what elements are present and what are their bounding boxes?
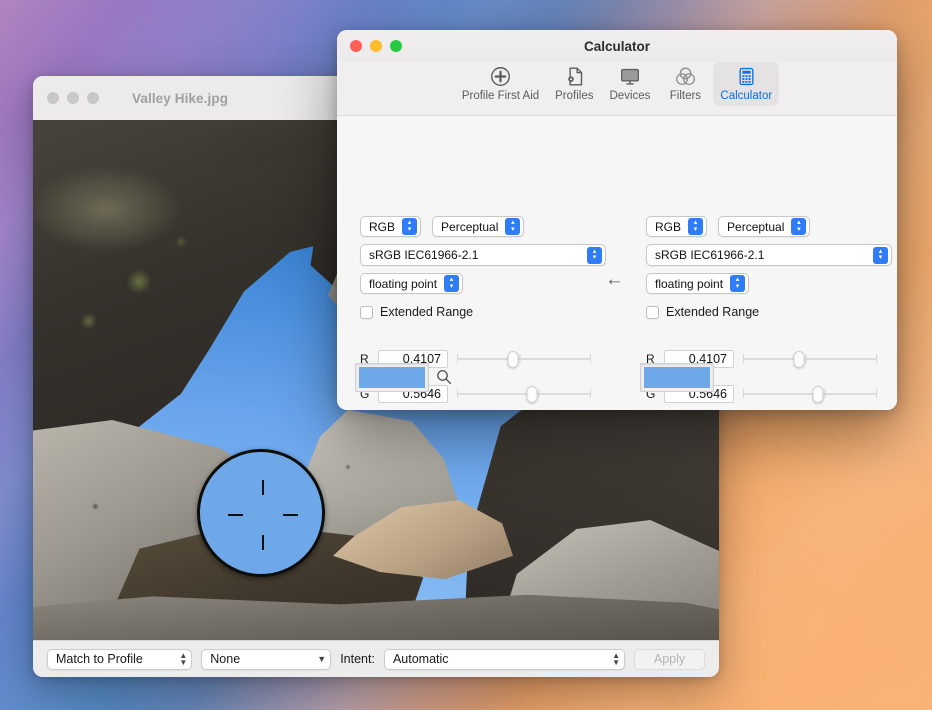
chevron-updown-icon: ▴ ▾ <box>873 246 888 264</box>
channel-slider-g[interactable] <box>457 385 591 403</box>
chevron-updown-icon: ▴ ▾ <box>730 275 746 292</box>
crosshair-icon <box>200 452 322 574</box>
image-traffic-lights[interactable] <box>47 92 99 104</box>
toolbar-item-profiles[interactable]: Profiles <box>548 62 600 106</box>
extended-range-row[interactable]: Extended Range <box>646 305 892 319</box>
source-color-swatch[interactable] <box>355 363 429 392</box>
match-mode-select[interactable]: Match to Profile ▲ ▼ <box>47 648 193 670</box>
extended-range-row[interactable]: Extended Range <box>360 305 606 319</box>
channel-slider-r[interactable] <box>457 350 591 368</box>
extended-range-checkbox[interactable] <box>646 305 659 319</box>
profile-value: None <box>210 652 241 666</box>
document-gear-icon <box>564 65 585 88</box>
calculator-window-title: Calculator <box>583 38 651 54</box>
profile-select[interactable]: sRGB IEC61966-2.1 ▴ ▾ <box>646 244 892 266</box>
minimize-button[interactable] <box>67 92 79 104</box>
apply-button[interactable]: Apply <box>634 648 706 670</box>
image-window-bottom-bar[interactable]: Match to Profile ▲ ▼ None ▼ Intent: Autom… <box>33 640 719 677</box>
chevron-updown-icon: ▴ ▾ <box>505 218 521 235</box>
intent-select[interactable]: Automatic ▲ ▼ <box>383 648 626 670</box>
calculator-traffic-lights[interactable] <box>350 40 402 52</box>
calculator-toolbar[interactable]: Profile First Aid Profiles Devices Filte… <box>337 62 897 116</box>
toolbar-item-devices[interactable]: Devices <box>603 62 658 106</box>
destination-color-swatch[interactable] <box>640 363 714 392</box>
close-button[interactable] <box>47 92 59 104</box>
rendering-intent-select[interactable]: Perceptual ▴ ▾ <box>432 216 525 237</box>
chevron-updown-icon: ▴ ▾ <box>444 275 460 292</box>
datatype-select[interactable]: floating point ▴ ▾ <box>646 273 750 294</box>
datatype-value: floating point <box>369 276 438 291</box>
toolbar-item-calculator[interactable]: Calculator <box>713 62 780 106</box>
channel-slider-r[interactable] <box>743 350 877 368</box>
chevron-updown-icon: ▴ ▾ <box>402 218 418 235</box>
datatype-value: floating point <box>655 276 724 291</box>
intent-label: Intent: <box>340 652 375 666</box>
chevron-down-icon: ▼ <box>317 653 327 664</box>
chevron-updown-icon: ▲ ▼ <box>179 651 188 667</box>
colorspace-row: RGB ▴ ▾ Perceptual ▴ ▾ <box>646 216 892 237</box>
magnifier-icon[interactable] <box>435 368 453 386</box>
toolbar-label: Filters <box>669 90 702 102</box>
plus-circle-icon <box>490 65 511 88</box>
swatch-fill <box>359 367 425 388</box>
toolbar-label: Calculator <box>720 90 773 102</box>
colorspace-row: RGB ▴ ▾ Perceptual ▴ ▾ <box>360 216 606 237</box>
chevron-updown-icon: ▴ ▾ <box>587 246 602 264</box>
colorspace-value: RGB <box>369 219 396 234</box>
transfer-left-arrow-icon[interactable]: ← <box>605 270 624 289</box>
extended-range-checkbox[interactable] <box>360 305 373 319</box>
colorspace-select[interactable]: RGB ▴ ▾ <box>360 216 422 237</box>
extended-range-label: Extended Range <box>380 305 474 319</box>
rendering-intent-value: Perceptual <box>727 219 785 234</box>
rendering-intent-value: Perceptual <box>441 219 499 234</box>
profile-value: sRGB IEC61966-2.1 <box>369 248 479 262</box>
colorspace-value: RGB <box>655 219 682 234</box>
overlapping-circles-icon <box>675 65 696 88</box>
toolbar-label: Profiles <box>555 90 594 102</box>
close-button[interactable] <box>350 40 362 52</box>
datatype-select[interactable]: floating point ▴ ▾ <box>360 273 464 294</box>
channel-slider-g[interactable] <box>743 385 877 403</box>
monitor-icon <box>619 65 641 88</box>
toolbar-item-profile-first-aid[interactable]: Profile First Aid <box>455 62 546 106</box>
zoom-button[interactable] <box>87 92 99 104</box>
profile-select[interactable]: None ▼ <box>201 648 332 670</box>
chevron-updown-icon: ▴ ▾ <box>791 218 807 235</box>
datatype-row: floating point ▴ ▾ <box>646 273 892 294</box>
match-mode-value: Match to Profile <box>56 652 143 666</box>
color-picker-loupe[interactable] <box>197 449 325 577</box>
intent-value: Automatic <box>392 652 449 666</box>
profile-select[interactable]: sRGB IEC61966-2.1 ▴ ▾ <box>360 244 606 266</box>
swatch-fill <box>644 367 710 388</box>
datatype-row: floating point ▴ ▾ <box>360 273 606 294</box>
toolbar-item-filters[interactable]: Filters <box>659 62 711 106</box>
image-window-title: Valley Hike.jpg <box>132 90 229 106</box>
colorspace-select[interactable]: RGB ▴ ▾ <box>646 216 708 237</box>
rendering-intent-select[interactable]: Perceptual ▴ ▾ <box>718 216 811 237</box>
chevron-updown-icon: ▲ ▼ <box>612 651 621 667</box>
colorsync-calculator-window[interactable]: Calculator Profile First Aid Profiles De… <box>337 30 897 410</box>
profile-value: sRGB IEC61966-2.1 <box>655 248 765 262</box>
chevron-updown-icon: ▴ ▾ <box>688 218 704 235</box>
calculator-icon <box>737 65 756 88</box>
zoom-button[interactable] <box>390 40 402 52</box>
calculator-titlebar[interactable]: Calculator <box>337 30 897 62</box>
extended-range-label: Extended Range <box>666 305 760 319</box>
toolbar-label: Devices <box>609 90 651 102</box>
toolbar-label: Profile First Aid <box>461 90 540 102</box>
minimize-button[interactable] <box>370 40 382 52</box>
